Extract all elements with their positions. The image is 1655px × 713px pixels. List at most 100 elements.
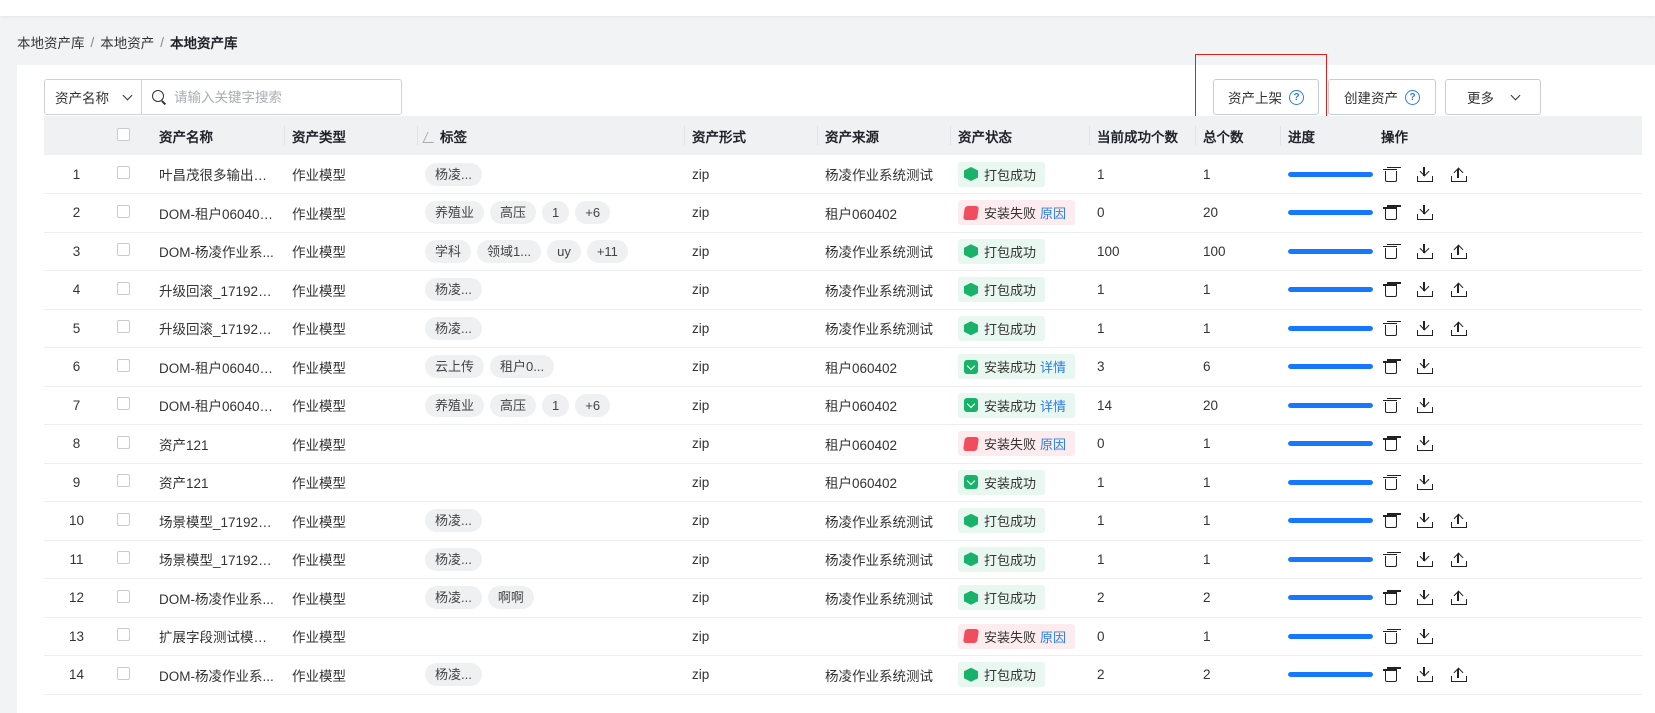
upload-icon[interactable] — [1451, 321, 1467, 336]
row-checkbox[interactable] — [117, 243, 130, 257]
tag-chip[interactable]: +11 — [586, 239, 628, 263]
status-detail-link[interactable]: 详情 — [1040, 396, 1066, 415]
delete-icon[interactable] — [1383, 205, 1397, 221]
delete-icon[interactable] — [1383, 590, 1397, 606]
table-row[interactable]: 2 DOM-租户060402... 作业模型 养殖业 高压 1 +6 zip 租户060402 安… — [44, 193, 1642, 233]
tag-chip[interactable]: 高压 — [490, 201, 537, 225]
help-icon[interactable]: ? — [1289, 89, 1304, 105]
asset-name[interactable]: 资产121 — [151, 463, 284, 502]
download-icon[interactable] — [1417, 474, 1433, 490]
row-checkbox[interactable] — [117, 628, 130, 642]
status-detail-link[interactable]: 原因 — [1040, 434, 1066, 453]
row-checkbox[interactable] — [117, 512, 130, 526]
asset-name[interactable]: 扩展字段测试模版... — [151, 617, 284, 656]
asset-name[interactable]: 升级回滚_171929... — [151, 270, 284, 310]
asset-name[interactable]: 叶昌茂很多输出项... — [151, 155, 284, 194]
download-icon[interactable] — [1417, 282, 1433, 298]
delete-icon[interactable] — [1383, 667, 1397, 683]
row-checkbox[interactable] — [117, 320, 130, 334]
tag-chip[interactable]: +6 — [575, 393, 611, 417]
tag-chip[interactable]: 学科 — [425, 239, 472, 263]
tag-chip[interactable]: +6 — [575, 201, 611, 225]
delete-icon[interactable] — [1383, 321, 1397, 336]
upload-icon[interactable] — [1451, 513, 1467, 529]
breadcrumb-item-assets[interactable]: 本地资产 — [100, 32, 154, 52]
tag-chip[interactable]: 养殖业 — [425, 201, 485, 225]
status-detail-link[interactable]: 详情 — [1040, 357, 1066, 376]
asset-name[interactable]: DOM-租户060402... — [151, 347, 284, 387]
table-row[interactable]: 5 升级回滚_171929... 作业模型 杨凌... zip 杨凌作业系统测试 打包成功 1… — [44, 309, 1642, 348]
delete-icon[interactable] — [1383, 359, 1397, 375]
tag-chip[interactable]: 杨凌... — [425, 547, 482, 571]
delete-icon[interactable] — [1383, 629, 1397, 644]
table-row[interactable]: 3 DOM-杨凌作业系... 作业模型 学科 领域1... uy +11 zip 杨凌作业系统测… — [44, 232, 1642, 271]
header-name[interactable]: 资产名称 — [151, 116, 284, 155]
asset-name[interactable]: DOM-杨凌作业系... — [151, 232, 284, 271]
tag-chip[interactable]: 杨凌... — [425, 663, 482, 687]
asset-name[interactable]: 场景模型_171921... — [151, 501, 284, 541]
header-source[interactable]: 资产来源 — [817, 116, 950, 155]
row-checkbox[interactable] — [117, 358, 130, 372]
download-icon[interactable] — [1417, 628, 1433, 644]
download-icon[interactable] — [1417, 166, 1433, 182]
header-tags[interactable]: 标签 — [417, 116, 684, 155]
help-icon[interactable]: ? — [1405, 89, 1420, 105]
table-row[interactable]: 6 DOM-租户060402... 作业模型 云上传 租户0... zip 租户060402… — [44, 347, 1642, 387]
upload-icon[interactable] — [1451, 667, 1467, 683]
table-row[interactable]: 8 资产121 作业模型 zip 租户060402 安装失败 原因 0 1 — [44, 424, 1642, 464]
tag-chip[interactable]: 杨凌... — [425, 509, 482, 533]
asset-name[interactable]: 资产121 — [151, 424, 284, 464]
download-icon[interactable] — [1417, 513, 1433, 529]
table-row[interactable]: 10 场景模型_171921... 作业模型 杨凌... zip 杨凌作业系统测试 打包成功… — [44, 501, 1642, 541]
delete-icon[interactable] — [1383, 244, 1397, 259]
asset-name[interactable]: DOM-杨凌作业系... — [151, 578, 284, 618]
header-total-count[interactable]: 总个数 — [1195, 116, 1280, 155]
upload-icon[interactable] — [1451, 167, 1467, 182]
header-format[interactable]: 资产形式 — [684, 116, 817, 155]
download-icon[interactable] — [1417, 436, 1433, 452]
tag-chip[interactable]: uy — [547, 239, 581, 263]
table-row[interactable]: 13 扩展字段测试模版... 作业模型 zip 安装失败 原因 0 1 — [44, 617, 1642, 656]
upload-icon[interactable] — [1451, 590, 1467, 606]
table-row[interactable]: 1 叶昌茂很多输出项... 作业模型 杨凌... zip 杨凌作业系统测试 打包成功 1 1 — [44, 155, 1642, 194]
upload-icon[interactable] — [1451, 244, 1467, 259]
more-button[interactable]: 更多 — [1445, 79, 1541, 115]
table-row[interactable]: 11 场景模型_171921... 作业模型 杨凌... zip 杨凌作业系统测试 打包成功… — [44, 540, 1642, 579]
delete-icon[interactable] — [1383, 398, 1397, 413]
download-icon[interactable] — [1417, 551, 1433, 567]
download-icon[interactable] — [1417, 243, 1433, 259]
header-progress[interactable]: 进度 — [1280, 116, 1373, 155]
download-icon[interactable] — [1417, 320, 1433, 336]
row-checkbox[interactable] — [117, 204, 130, 218]
tag-chip[interactable]: 杨凌... — [425, 316, 482, 340]
tag-chip[interactable]: 租户0... — [490, 355, 555, 379]
row-checkbox[interactable] — [117, 166, 130, 179]
asset-name[interactable]: DOM-租户060402... — [151, 386, 284, 425]
download-icon[interactable] — [1417, 359, 1433, 375]
row-checkbox[interactable] — [117, 589, 130, 603]
create-asset-button[interactable]: 创建资产 ? — [1328, 79, 1436, 115]
asset-name[interactable]: DOM-杨凌作业系... — [151, 655, 284, 695]
asset-name[interactable]: DOM-租户060402... — [151, 193, 284, 233]
asset-name[interactable]: 场景模型_171921... — [151, 540, 284, 579]
delete-icon[interactable] — [1383, 167, 1397, 182]
row-checkbox[interactable] — [117, 397, 130, 411]
asset-name[interactable]: 升级回滚_171929... — [151, 309, 284, 348]
status-detail-link[interactable]: 原因 — [1040, 203, 1066, 222]
tag-chip[interactable]: 1 — [542, 201, 570, 225]
row-checkbox[interactable] — [117, 474, 130, 488]
delete-icon[interactable] — [1383, 436, 1397, 452]
delete-icon[interactable] — [1383, 475, 1397, 490]
search-input[interactable] — [174, 89, 384, 105]
download-icon[interactable] — [1417, 667, 1433, 683]
table-row[interactable]: 14 DOM-杨凌作业系... 作业模型 杨凌... zip 杨凌作业系统测试 打包成功 2 2 — [44, 655, 1642, 695]
table-row[interactable]: 12 DOM-杨凌作业系... 作业模型 杨凌... 啊啊 zip 杨凌作业系统测试 打包成功… — [44, 578, 1642, 618]
upload-icon[interactable] — [1451, 552, 1467, 567]
table-row[interactable]: 9 资产121 作业模型 zip 租户060402 安装成功 1 1 — [44, 463, 1642, 502]
status-detail-link[interactable]: 原因 — [1040, 627, 1066, 646]
header-success-count[interactable]: 当前成功个数 — [1089, 116, 1195, 155]
delete-icon[interactable] — [1383, 282, 1397, 298]
row-checkbox[interactable] — [117, 435, 130, 449]
row-checkbox[interactable] — [117, 281, 130, 295]
row-checkbox[interactable] — [117, 666, 130, 680]
